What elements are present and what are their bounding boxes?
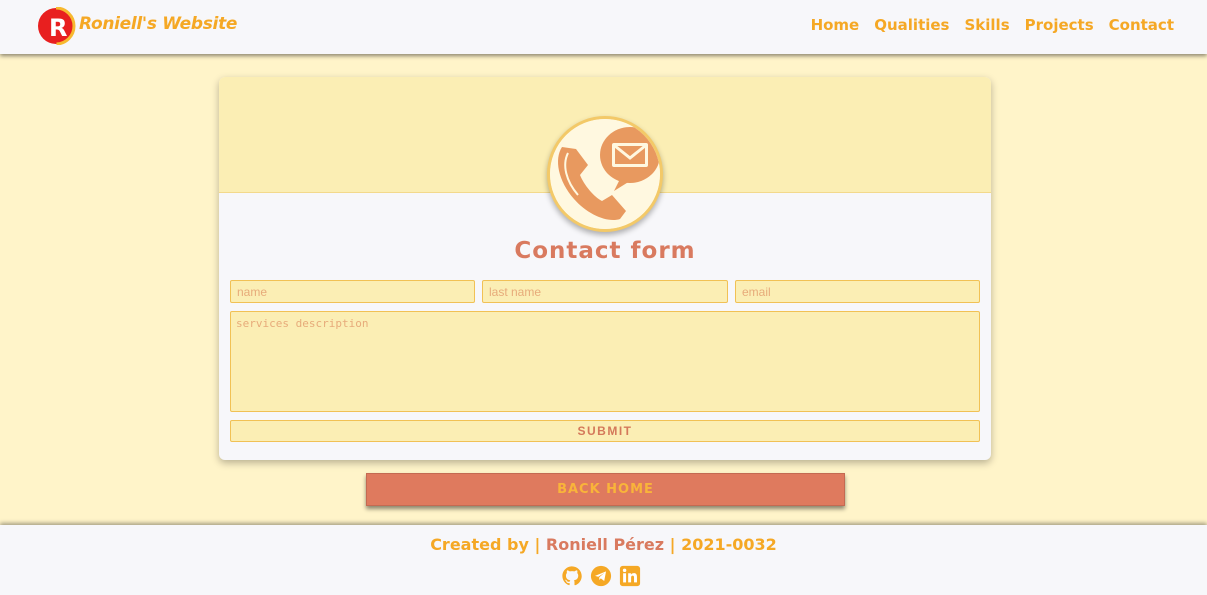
header: R Roniell's Website Home Qualities Skill… [0, 0, 1207, 54]
contact-form-title: Contact form [514, 238, 696, 264]
github-icon[interactable] [561, 565, 583, 587]
credit-prefix: Created by | [430, 535, 541, 554]
nav-skills[interactable]: Skills [964, 16, 1009, 34]
site-brand[interactable]: Roniell's Website [79, 14, 237, 34]
logo-letter: R [49, 14, 67, 42]
telegram-icon[interactable] [590, 565, 612, 587]
services-description-textarea[interactable] [230, 311, 980, 412]
back-home-button[interactable]: BACK HOME [366, 473, 845, 506]
phone-mail-icon [550, 119, 660, 229]
logo-icon[interactable]: R [37, 7, 77, 45]
footer: Created by | Roniell Pérez | 2021-0032 [0, 525, 1207, 595]
last-name-input[interactable] [482, 280, 728, 303]
contact-card: Contact form SUBMIT [219, 77, 991, 460]
nav-qualities[interactable]: Qualities [874, 16, 949, 34]
nav-contact[interactable]: Contact [1109, 16, 1174, 34]
email-input[interactable] [735, 280, 980, 303]
submit-button[interactable]: SUBMIT [230, 420, 980, 442]
contact-avatar [547, 116, 663, 232]
nav-projects[interactable]: Projects [1025, 16, 1094, 34]
nav-home[interactable]: Home [811, 16, 860, 34]
credit-author[interactable]: Roniell Pérez [546, 535, 664, 554]
linkedin-icon[interactable] [619, 565, 641, 587]
footer-credit: Created by | Roniell Pérez | 2021-0032 [0, 535, 1207, 554]
credit-id: | 2021-0032 [669, 535, 777, 554]
social-links [561, 565, 641, 587]
name-input[interactable] [230, 280, 475, 303]
main-nav: Home Qualities Skills Projects Contact [811, 16, 1174, 34]
